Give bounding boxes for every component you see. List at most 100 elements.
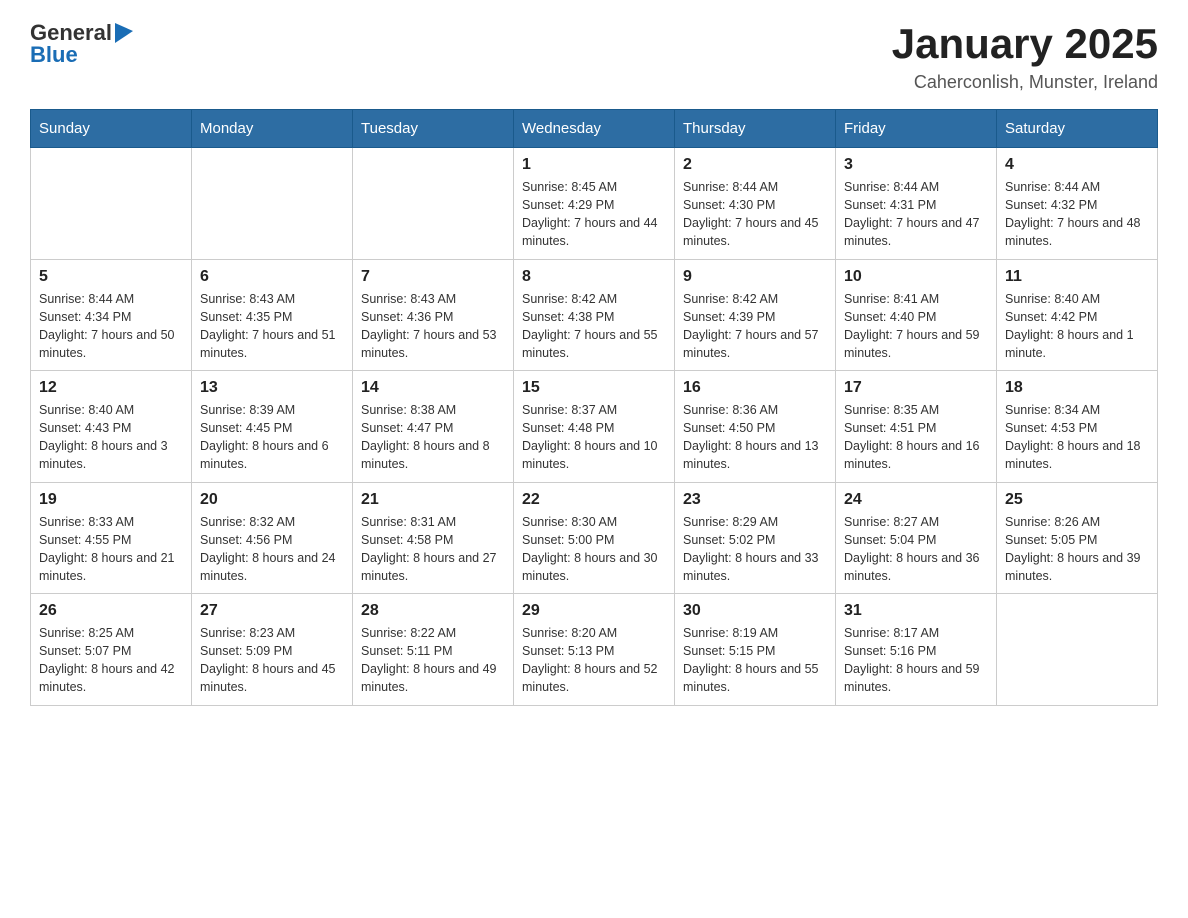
- calendar-cell: 13 Sunrise: 8:39 AM Sunset: 4:45 PM Dayli…: [192, 371, 353, 483]
- logo-bottom: Blue: [30, 42, 133, 68]
- day-info: Sunrise: 8:30 AM Sunset: 5:00 PM Dayligh…: [522, 513, 666, 586]
- calendar-cell: [192, 148, 353, 260]
- calendar-cell: 22Sunrise: 8:30 AM Sunset: 5:00 PM Dayli…: [514, 482, 675, 594]
- weekday-header-monday: Monday: [192, 110, 353, 148]
- calendar-cell: 2 Sunrise: 8:44 AM Sunset: 4:30 PM Daylig…: [675, 148, 836, 260]
- day-info: Sunrise: 8:39 AM Sunset: 4:45 PM Dayligh…: [200, 401, 344, 474]
- calendar-cell: 27 Sunrise: 8:23 AM Sunset: 5:09 PM Dayli…: [192, 594, 353, 706]
- day-info: Sunrise: 8:33 AM Sunset: 4:55 PM Dayligh…: [39, 513, 183, 586]
- day-info: Sunrise: 8:26 AM Sunset: 5:05 PM Dayligh…: [1005, 513, 1149, 586]
- day-number: 3: [844, 156, 988, 174]
- calendar-cell: 20Sunrise: 8:32 AM Sunset: 4:56 PM Dayli…: [192, 482, 353, 594]
- day-info: Sunrise: 8:45 AM Sunset: 4:29 PM Dayligh…: [522, 178, 666, 251]
- calendar-cell: 5 Sunrise: 8:44 AM Sunset: 4:34 PM Daylig…: [31, 259, 192, 371]
- calendar-cell: 31 Sunrise: 8:17 AM Sunset: 5:16 PM Dayli…: [836, 594, 997, 706]
- day-number: 15: [522, 379, 666, 397]
- day-info: Sunrise: 8:42 AM Sunset: 4:39 PM Dayligh…: [683, 290, 827, 363]
- day-number: 18: [1005, 379, 1149, 397]
- logo-triangle-icon: [115, 23, 133, 43]
- calendar-cell: 29 Sunrise: 8:20 AM Sunset: 5:13 PM Dayli…: [514, 594, 675, 706]
- day-number: 28: [361, 602, 505, 620]
- day-number: 8: [522, 268, 666, 286]
- calendar-week-row: 26Sunrise: 8:25 AM Sunset: 5:07 PM Dayli…: [31, 594, 1158, 706]
- day-info: Sunrise: 8:22 AM Sunset: 5:11 PM Dayligh…: [361, 624, 505, 697]
- calendar-cell: 11 Sunrise: 8:40 AM Sunset: 4:42 PM Dayli…: [997, 259, 1158, 371]
- day-info: Sunrise: 8:20 AM Sunset: 5:13 PM Dayligh…: [522, 624, 666, 697]
- day-info: Sunrise: 8:40 AM Sunset: 4:42 PM Dayligh…: [1005, 290, 1149, 363]
- page-header: General Blue January 2025 Caherconlish, …: [30, 20, 1158, 93]
- day-info: Sunrise: 8:44 AM Sunset: 4:31 PM Dayligh…: [844, 178, 988, 251]
- day-number: 25: [1005, 491, 1149, 509]
- day-info: Sunrise: 8:38 AM Sunset: 4:47 PM Dayligh…: [361, 401, 505, 474]
- calendar-cell: 21 Sunrise: 8:31 AM Sunset: 4:58 PM Dayli…: [353, 482, 514, 594]
- day-info: Sunrise: 8:40 AM Sunset: 4:43 PM Dayligh…: [39, 401, 183, 474]
- calendar-cell: 30 Sunrise: 8:19 AM Sunset: 5:15 PM Dayli…: [675, 594, 836, 706]
- day-number: 4: [1005, 156, 1149, 174]
- calendar-cell: [31, 148, 192, 260]
- calendar-cell: 7Sunrise: 8:43 AM Sunset: 4:36 PM Daylig…: [353, 259, 514, 371]
- calendar-week-row: 19 Sunrise: 8:33 AM Sunset: 4:55 PM Dayli…: [31, 482, 1158, 594]
- logo: General Blue: [30, 20, 133, 68]
- day-number: 21: [361, 491, 505, 509]
- day-info: Sunrise: 8:43 AM Sunset: 4:35 PM Dayligh…: [200, 290, 344, 363]
- day-number: 27: [200, 602, 344, 620]
- calendar-cell: 25 Sunrise: 8:26 AM Sunset: 5:05 PM Dayli…: [997, 482, 1158, 594]
- day-number: 20: [200, 491, 344, 509]
- day-number: 23: [683, 491, 827, 509]
- day-number: 19: [39, 491, 183, 509]
- day-number: 11: [1005, 268, 1149, 286]
- day-number: 2: [683, 156, 827, 174]
- day-info: Sunrise: 8:29 AM Sunset: 5:02 PM Dayligh…: [683, 513, 827, 586]
- day-number: 5: [39, 268, 183, 286]
- calendar-cell: 9Sunrise: 8:42 AM Sunset: 4:39 PM Daylig…: [675, 259, 836, 371]
- weekday-header-friday: Friday: [836, 110, 997, 148]
- day-number: 30: [683, 602, 827, 620]
- day-number: 13: [200, 379, 344, 397]
- calendar-cell: 16Sunrise: 8:36 AM Sunset: 4:50 PM Dayli…: [675, 371, 836, 483]
- calendar-cell: 28 Sunrise: 8:22 AM Sunset: 5:11 PM Dayli…: [353, 594, 514, 706]
- day-info: Sunrise: 8:23 AM Sunset: 5:09 PM Dayligh…: [200, 624, 344, 697]
- calendar-week-row: 1 Sunrise: 8:45 AM Sunset: 4:29 PM Daylig…: [31, 148, 1158, 260]
- day-number: 1: [522, 156, 666, 174]
- day-info: Sunrise: 8:42 AM Sunset: 4:38 PM Dayligh…: [522, 290, 666, 363]
- calendar-cell: 4 Sunrise: 8:44 AM Sunset: 4:32 PM Daylig…: [997, 148, 1158, 260]
- day-info: Sunrise: 8:31 AM Sunset: 4:58 PM Dayligh…: [361, 513, 505, 586]
- calendar-cell: 12 Sunrise: 8:40 AM Sunset: 4:43 PM Dayli…: [31, 371, 192, 483]
- day-info: Sunrise: 8:37 AM Sunset: 4:48 PM Dayligh…: [522, 401, 666, 474]
- day-info: Sunrise: 8:44 AM Sunset: 4:34 PM Dayligh…: [39, 290, 183, 363]
- day-info: Sunrise: 8:17 AM Sunset: 5:16 PM Dayligh…: [844, 624, 988, 697]
- day-number: 12: [39, 379, 183, 397]
- calendar-cell: 15 Sunrise: 8:37 AM Sunset: 4:48 PM Dayli…: [514, 371, 675, 483]
- day-info: Sunrise: 8:34 AM Sunset: 4:53 PM Dayligh…: [1005, 401, 1149, 474]
- day-number: 26: [39, 602, 183, 620]
- weekday-header-saturday: Saturday: [997, 110, 1158, 148]
- calendar-cell: [353, 148, 514, 260]
- day-number: 17: [844, 379, 988, 397]
- calendar-cell: 8 Sunrise: 8:42 AM Sunset: 4:38 PM Daylig…: [514, 259, 675, 371]
- weekday-header-sunday: Sunday: [31, 110, 192, 148]
- calendar-cell: 3 Sunrise: 8:44 AM Sunset: 4:31 PM Daylig…: [836, 148, 997, 260]
- day-number: 16: [683, 379, 827, 397]
- day-number: 31: [844, 602, 988, 620]
- calendar-cell: 10Sunrise: 8:41 AM Sunset: 4:40 PM Dayli…: [836, 259, 997, 371]
- month-year-title: January 2025: [892, 20, 1158, 68]
- calendar-cell: 1 Sunrise: 8:45 AM Sunset: 4:29 PM Daylig…: [514, 148, 675, 260]
- day-number: 6: [200, 268, 344, 286]
- day-info: Sunrise: 8:44 AM Sunset: 4:32 PM Dayligh…: [1005, 178, 1149, 251]
- calendar-cell: 18 Sunrise: 8:34 AM Sunset: 4:53 PM Dayli…: [997, 371, 1158, 483]
- calendar-cell: [997, 594, 1158, 706]
- calendar-cell: 24Sunrise: 8:27 AM Sunset: 5:04 PM Dayli…: [836, 482, 997, 594]
- day-number: 7: [361, 268, 505, 286]
- location-text: Caherconlish, Munster, Ireland: [892, 72, 1158, 93]
- day-info: Sunrise: 8:41 AM Sunset: 4:40 PM Dayligh…: [844, 290, 988, 363]
- day-info: Sunrise: 8:44 AM Sunset: 4:30 PM Dayligh…: [683, 178, 827, 251]
- day-number: 24: [844, 491, 988, 509]
- calendar-cell: 14 Sunrise: 8:38 AM Sunset: 4:47 PM Dayli…: [353, 371, 514, 483]
- weekday-header-row: SundayMondayTuesdayWednesdayThursdayFrid…: [31, 110, 1158, 148]
- day-number: 14: [361, 379, 505, 397]
- weekday-header-thursday: Thursday: [675, 110, 836, 148]
- title-section: January 2025 Caherconlish, Munster, Irel…: [892, 20, 1158, 93]
- day-info: Sunrise: 8:35 AM Sunset: 4:51 PM Dayligh…: [844, 401, 988, 474]
- day-info: Sunrise: 8:19 AM Sunset: 5:15 PM Dayligh…: [683, 624, 827, 697]
- day-number: 29: [522, 602, 666, 620]
